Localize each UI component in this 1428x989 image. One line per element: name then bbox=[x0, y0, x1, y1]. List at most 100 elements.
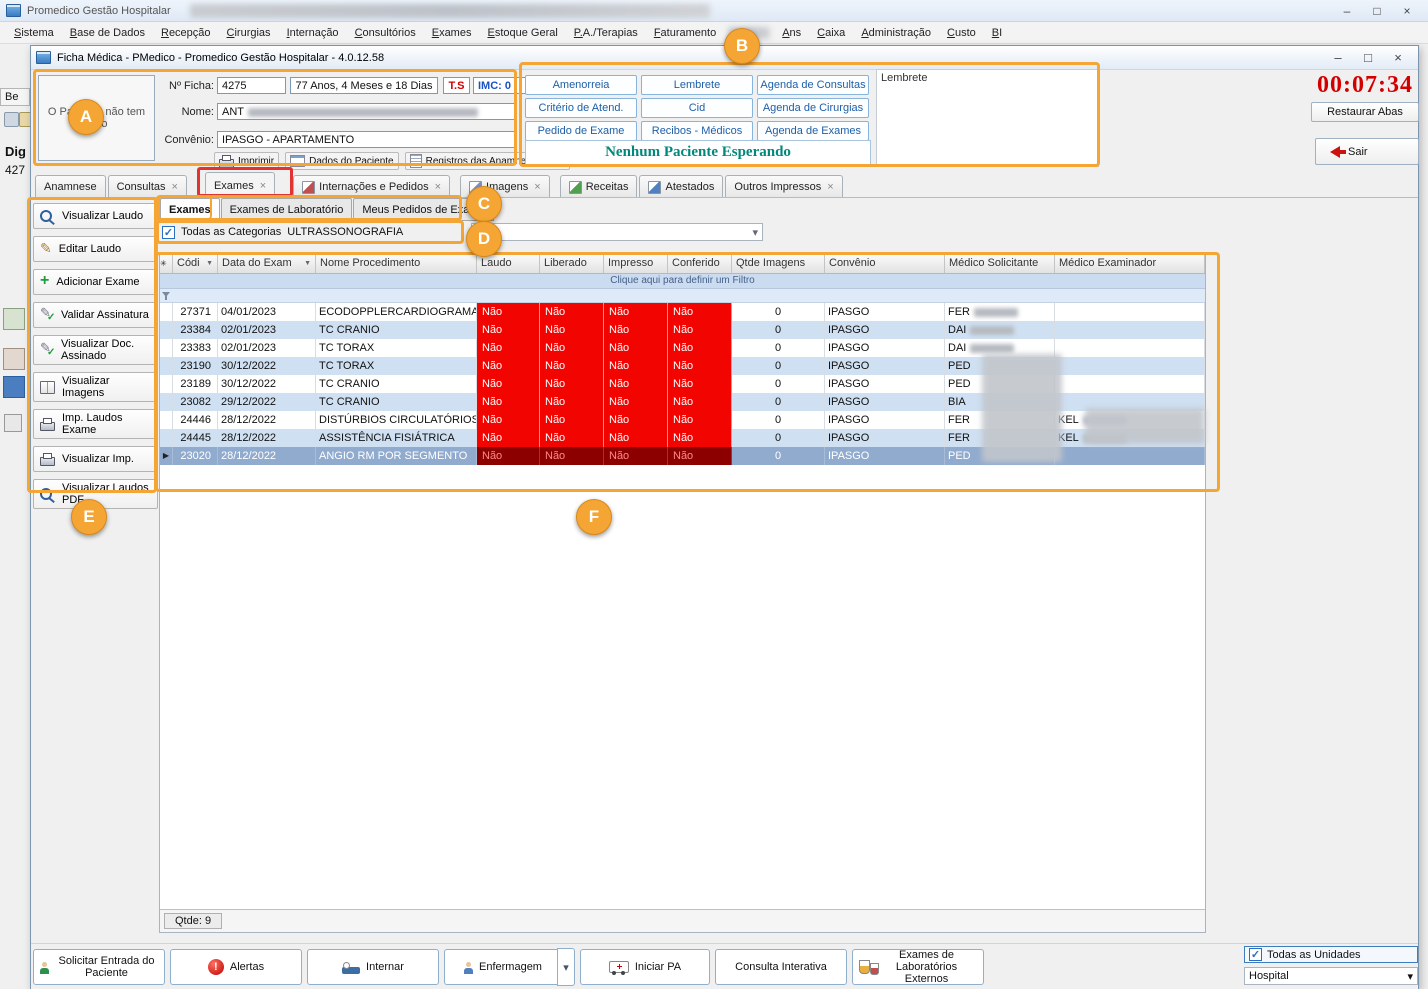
exames-lab-externos-button[interactable]: Exames de Laboratórios Externos bbox=[852, 949, 984, 985]
agenda-cirurgias-button[interactable]: Agenda de Cirurgias bbox=[757, 98, 869, 118]
tab-atestados[interactable]: Atestados bbox=[639, 175, 724, 198]
todas-categorias-checkbox[interactable]: ✓ bbox=[162, 225, 175, 239]
tab-exames[interactable]: Exames × bbox=[204, 172, 276, 198]
enfermagem-dropdown-button[interactable]: ▾ bbox=[557, 948, 575, 986]
close-button[interactable]: × bbox=[1392, 2, 1422, 20]
internar-button[interactable]: Internar bbox=[307, 949, 439, 985]
tab-imagens[interactable]: Imagens × bbox=[460, 175, 550, 198]
visualizar-laudo-button[interactable]: Visualizar Laudo bbox=[33, 203, 158, 229]
criterio-atend-button[interactable]: Critério de Atend. bbox=[525, 98, 637, 118]
imp-laudos-exame-button[interactable]: Imp. Laudos Exame bbox=[33, 409, 158, 439]
exames-grid: ✳ Códi ▼ Data do Exam ▼ Nome Procedimento … bbox=[159, 252, 1206, 933]
cell-liberado: Não bbox=[540, 339, 604, 357]
menu-custo[interactable]: Custo bbox=[939, 24, 984, 42]
cell-convenio: IPASGO bbox=[825, 447, 945, 465]
lembrete-button[interactable]: Lembrete bbox=[641, 75, 753, 95]
grid-corner-icon[interactable]: ✳ bbox=[160, 253, 173, 273]
iniciar-pa-button[interactable]: Iniciar PA bbox=[580, 949, 710, 985]
window-maximize-button[interactable]: □ bbox=[1353, 48, 1383, 68]
col-impresso[interactable]: Impresso bbox=[604, 253, 668, 273]
menu-ans[interactable]: Ans bbox=[774, 24, 809, 42]
col-qtde-imagens[interactable]: Qtde Imagens bbox=[732, 253, 825, 273]
todas-unidades-checkbox[interactable]: ✓ bbox=[1249, 948, 1262, 961]
subtab-exames[interactable]: Exames bbox=[160, 198, 220, 221]
close-tab-icon[interactable]: × bbox=[172, 181, 178, 193]
menu-cirurgias[interactable]: Cirurgias bbox=[219, 24, 279, 42]
quick-actions-grid: Amenorreia Lembrete Agenda de Consultas … bbox=[525, 75, 869, 141]
validar-assinatura-button[interactable]: Validar Assinatura bbox=[33, 302, 158, 328]
tab-anamnese[interactable]: Anamnese bbox=[35, 175, 106, 198]
enfermagem-button[interactable]: Enfermagem bbox=[444, 949, 562, 985]
cid-button[interactable]: Cid bbox=[641, 98, 753, 118]
cell-data: 02/01/2023 bbox=[218, 321, 316, 339]
menu-caixa[interactable]: Caixa bbox=[809, 24, 853, 42]
col-medico-solicitante[interactable]: Médico Solicitante bbox=[945, 253, 1055, 273]
filter-dropdown[interactable]: ▾ bbox=[471, 223, 763, 241]
col-medico-examinador[interactable]: Médico Examinador bbox=[1055, 253, 1205, 273]
consulta-interativa-button[interactable]: Consulta Interativa bbox=[715, 949, 847, 985]
col-nome-procedimento[interactable]: Nome Procedimento bbox=[316, 253, 477, 273]
close-tab-icon[interactable]: × bbox=[827, 181, 833, 193]
tab-consultas[interactable]: Consultas × bbox=[107, 175, 187, 198]
table-row[interactable]: 23384 02/01/2023 TC CRANIO Não Não Não N… bbox=[160, 321, 1205, 339]
minimize-button[interactable]: – bbox=[1332, 2, 1362, 20]
visualizar-doc-assinado-button[interactable]: Visualizar Doc. Assinado bbox=[33, 335, 158, 365]
ts-button[interactable]: T.S bbox=[443, 77, 470, 94]
sair-button[interactable]: Sair bbox=[1315, 138, 1419, 165]
menu-recepcao[interactable]: Recepção bbox=[153, 24, 219, 42]
close-tab-icon[interactable]: × bbox=[534, 181, 540, 193]
subtab-exames-laboratorio[interactable]: Exames de Laboratório bbox=[220, 198, 353, 221]
visualizar-imagens-button[interactable]: Visualizar Imagens bbox=[33, 372, 158, 402]
restaurar-abas-button[interactable]: Restaurar Abas bbox=[1311, 102, 1419, 122]
col-conferido[interactable]: Conferido bbox=[668, 253, 732, 273]
visualizar-laudos-pdf-button[interactable]: Visualizar Laudos PDF bbox=[33, 479, 158, 509]
table-row[interactable]: 27371 04/01/2023 ECODOPPLERCARDIOGRAMA N… bbox=[160, 303, 1205, 321]
dados-do-paciente-button[interactable]: Dados do Paciente bbox=[285, 152, 399, 170]
menu-internacao[interactable]: Internação bbox=[279, 24, 347, 42]
window-minimize-button[interactable]: – bbox=[1323, 48, 1353, 68]
nome-input[interactable]: ANT bbox=[217, 103, 517, 120]
solicitar-entrada-button[interactable]: Solicitar Entrada do Paciente bbox=[33, 949, 165, 985]
pencil-icon bbox=[40, 242, 52, 256]
cell-impresso: Não bbox=[604, 303, 668, 321]
menu-sistema[interactable]: Sistema bbox=[6, 24, 62, 42]
tab-internacoes-pedidos[interactable]: Internações e Pedidos × bbox=[293, 175, 451, 198]
menu-faturamento[interactable]: Faturamento bbox=[646, 24, 724, 42]
col-data-exame[interactable]: Data do Exam ▼ bbox=[218, 253, 316, 273]
recibos-medicos-button[interactable]: Recibos - Médicos bbox=[641, 121, 753, 141]
menu-estoque-geral[interactable]: Estoque Geral bbox=[479, 24, 565, 42]
close-tab-icon[interactable]: × bbox=[260, 180, 266, 192]
alertas-button[interactable]: Alertas bbox=[170, 949, 302, 985]
menu-administracao[interactable]: Administração bbox=[853, 24, 939, 42]
maximize-button[interactable]: □ bbox=[1362, 2, 1392, 20]
pedido-exame-button[interactable]: Pedido de Exame bbox=[525, 121, 637, 141]
menu-pa-terapias[interactable]: P.A./Terapias bbox=[566, 24, 646, 42]
subtab-meus-pedidos[interactable]: Meus Pedidos de Exame bbox=[353, 198, 494, 221]
adicionar-exame-button[interactable]: Adicionar Exame bbox=[33, 269, 158, 295]
editar-laudo-button[interactable]: Editar Laudo bbox=[33, 236, 158, 262]
imprimir-button[interactable]: Imprimir bbox=[214, 152, 280, 170]
unidade-value: Hospital bbox=[1249, 970, 1289, 982]
menu-base-de-dados[interactable]: Base de Dados bbox=[62, 24, 153, 42]
agenda-exames-button[interactable]: Agenda de Exames bbox=[757, 121, 869, 141]
agenda-consultas-button[interactable]: Agenda de Consultas bbox=[757, 75, 869, 95]
menu-consultorios[interactable]: Consultórios bbox=[347, 24, 424, 42]
grid-header: ✳ Códi ▼ Data do Exam ▼ Nome Procedimento … bbox=[160, 253, 1205, 274]
close-tab-icon[interactable]: × bbox=[435, 181, 441, 193]
menu-exames[interactable]: Exames bbox=[424, 24, 480, 42]
amenorreia-button[interactable]: Amenorreia bbox=[525, 75, 637, 95]
todas-unidades-toggle[interactable]: ✓ Todas as Unidades bbox=[1244, 946, 1418, 963]
tab-receitas[interactable]: Receitas bbox=[559, 175, 638, 198]
grid-filter-hint[interactable]: Clique aqui para definir um Filtro bbox=[160, 274, 1205, 289]
unidade-select[interactable]: Hospital ▾ bbox=[1244, 967, 1418, 985]
convenio-input[interactable]: IPASGO - APARTAMENTO bbox=[217, 131, 517, 148]
visualizar-imp-button[interactable]: Visualizar Imp. bbox=[33, 446, 158, 472]
tab-outros-impressos[interactable]: Outros Impressos × bbox=[725, 175, 843, 198]
col-convenio[interactable]: Convênio bbox=[825, 253, 945, 273]
ficha-input[interactable]: 4275 bbox=[217, 77, 286, 94]
col-liberado[interactable]: Liberado bbox=[540, 253, 604, 273]
menu-bi[interactable]: BI bbox=[984, 24, 1010, 42]
col-laudo[interactable]: Laudo bbox=[477, 253, 540, 273]
window-close-button[interactable]: × bbox=[1383, 48, 1413, 68]
col-codigo[interactable]: Códi ▼ bbox=[173, 253, 218, 273]
